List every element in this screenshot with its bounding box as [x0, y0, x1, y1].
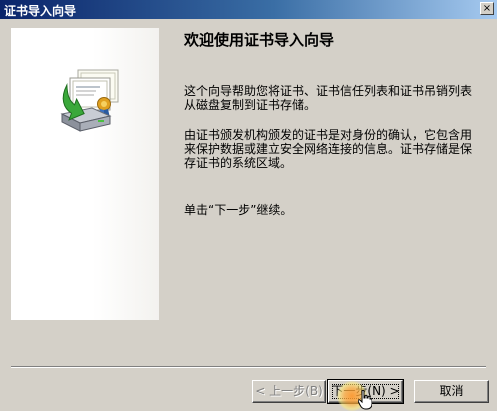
window-title: 证书导入向导	[4, 4, 77, 18]
certificate-description: 由证书颁发机构颁发的证书是对身份的确认，它包含用来保护数据或建立安全网络连接的信…	[184, 128, 473, 170]
title-bar[interactable]: 证书导入向导 ×	[0, 0, 497, 19]
wizard-banner	[11, 28, 159, 320]
continue-instruction: 单击“下一步”继续。	[184, 203, 293, 217]
wizard-heading: 欢迎使用证书导入向导	[184, 31, 335, 49]
hand-pointer-icon	[358, 390, 372, 410]
back-button[interactable]: < 上一步(B)	[252, 380, 326, 403]
certificate-import-icon	[60, 69, 119, 132]
close-button[interactable]: ×	[480, 2, 494, 15]
button-divider	[11, 366, 486, 368]
intro-paragraph: 这个向导帮助您将证书、证书信任列表和证书吊销列表从磁盘复制到证书存储。	[184, 84, 473, 112]
cancel-button[interactable]: 取消	[414, 380, 489, 403]
